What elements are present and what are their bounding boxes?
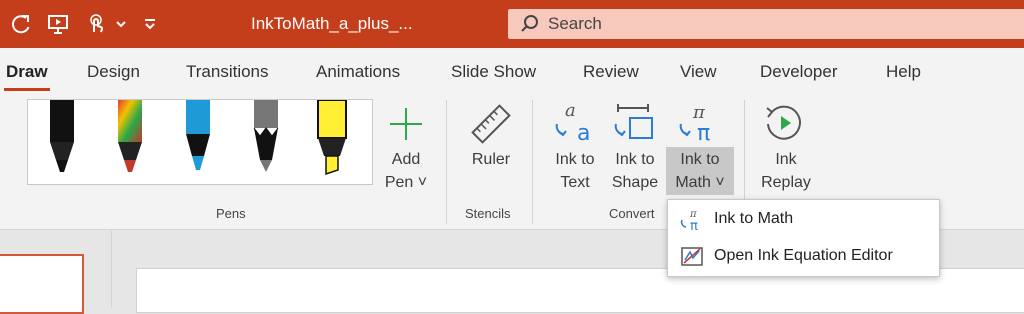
ink-to-text-button[interactable]: Ink to Text	[548, 148, 602, 194]
separator	[532, 100, 533, 224]
customize-qat-icon[interactable]	[140, 10, 160, 38]
ink-to-math-small-icon: π π	[680, 209, 698, 233]
ink-to-math-icon[interactable]: π π	[677, 100, 723, 146]
add-pen-button[interactable]: Add Pen ˅	[381, 148, 431, 194]
add-pen-label-line1: Add	[391, 151, 421, 168]
ink-to-math-dropdown: π π Ink to Math Open Ink Equation Editor	[667, 199, 940, 277]
present-icon[interactable]	[44, 10, 72, 38]
touch-mode-chevron-icon[interactable]	[112, 10, 130, 38]
tab-slide-show[interactable]: Slide Show	[451, 62, 536, 82]
tab-draw[interactable]: Draw	[6, 62, 48, 82]
slide-thumbnail[interactable]	[0, 254, 84, 314]
active-tab-indicator	[4, 88, 50, 91]
tab-design[interactable]: Design	[87, 62, 140, 82]
pencil-icon[interactable]	[253, 100, 279, 172]
redo-icon[interactable]	[8, 10, 36, 38]
tab-developer[interactable]: Developer	[760, 62, 838, 82]
ink-to-math-button[interactable]: Ink to Math ˅	[668, 148, 732, 194]
ribbon-tabs: Draw Design Transitions Animations Slide…	[0, 48, 1024, 94]
ink-to-text-label-line1: Ink to	[555, 151, 595, 168]
rainbow-pen-icon[interactable]	[118, 100, 142, 172]
menu-item-open-ink-equation-editor[interactable]: Open Ink Equation Editor	[668, 239, 939, 275]
ink-to-text-icon[interactable]: a a	[553, 100, 599, 146]
ink-to-shape-label-line1: Ink to	[615, 151, 655, 168]
tab-review[interactable]: Review	[583, 62, 639, 82]
svg-text:π: π	[697, 121, 710, 146]
group-label-pens: Pens	[216, 206, 246, 221]
search-icon	[521, 15, 538, 32]
document-title: InkToMath_a_plus_...	[251, 14, 413, 33]
ruler-icon[interactable]	[470, 103, 512, 145]
ink-to-shape-label-line2: Shape	[611, 174, 659, 191]
black-pen-icon[interactable]	[50, 100, 74, 172]
tab-transitions[interactable]: Transitions	[186, 62, 269, 82]
tab-help[interactable]: Help	[886, 62, 921, 82]
ruler-button[interactable]: Ruler	[467, 148, 515, 171]
blue-pen-icon[interactable]	[186, 100, 210, 170]
ink-replay-icon[interactable]	[764, 102, 806, 144]
svg-text:a: a	[577, 121, 590, 146]
menu-item-label: Open Ink Equation Editor	[714, 247, 893, 264]
touch-mode-icon[interactable]	[82, 10, 110, 38]
ink-to-shape-button[interactable]: Ink to Shape	[607, 148, 663, 194]
group-label-convert: Convert	[609, 206, 655, 221]
ink-to-text-label-line2: Text	[560, 174, 590, 191]
svg-text:a: a	[565, 100, 576, 121]
menu-item-ink-to-math[interactable]: π π Ink to Math	[668, 202, 939, 238]
tab-animations[interactable]: Animations	[316, 62, 400, 82]
ink-to-shape-icon[interactable]	[612, 100, 658, 146]
menu-item-label: Ink to Math	[714, 210, 794, 227]
group-label-stencils: Stencils	[465, 206, 511, 221]
search-box[interactable]: Search	[508, 9, 1024, 39]
svg-text:π: π	[690, 219, 698, 233]
ink-replay-button[interactable]: Ink Replay	[758, 148, 814, 194]
pens-gallery	[27, 99, 373, 185]
ink-replay-label-line1: Ink	[775, 151, 797, 168]
ink-to-math-label-line2: Math ˅	[675, 174, 725, 191]
ink-to-math-label-line1: Ink to	[680, 151, 720, 168]
add-pen-icon[interactable]	[388, 106, 424, 142]
separator	[446, 100, 447, 224]
tab-view[interactable]: View	[680, 62, 717, 82]
add-pen-label-line2: Pen ˅	[384, 174, 428, 191]
search-placeholder: Search	[548, 14, 602, 33]
title-bar: InkToMath_a_plus_... Search	[0, 0, 1024, 48]
ink-replay-label-line2: Replay	[761, 174, 811, 191]
svg-text:π: π	[692, 102, 706, 123]
highlighter-icon[interactable]	[317, 99, 347, 176]
equation-editor-icon	[681, 247, 703, 266]
